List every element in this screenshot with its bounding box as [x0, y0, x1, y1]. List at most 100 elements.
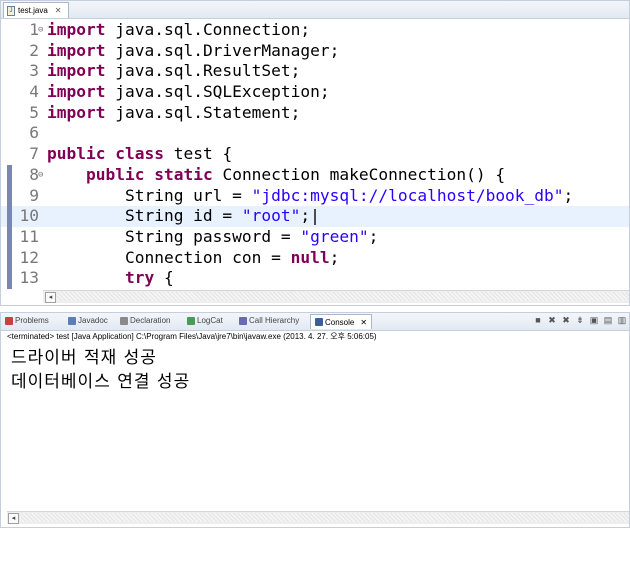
code-token: ; [368, 226, 379, 246]
code-line[interactable]: 12 Connection con = null; [1, 247, 629, 269]
javadoc-icon [68, 316, 76, 325]
console-status: <terminated> test [Java Application] C:\… [7, 332, 377, 341]
console-output-line: 데이터베이스 연결 성공 [11, 372, 191, 392]
keyword-token: null [290, 247, 330, 267]
code-token: Connection makeConnection() { [212, 164, 506, 184]
code-token: ; [329, 247, 340, 267]
tab-declaration[interactable]: Declaration [120, 316, 170, 325]
tab-label: Console [325, 317, 355, 327]
keyword-token: import [47, 61, 106, 81]
line-number: 10 [19, 206, 40, 226]
keyword-token: static [154, 164, 213, 184]
code-text: String password = "green"; [47, 227, 378, 248]
code-line[interactable]: 8 ⊖ public static Connection makeConnecti… [1, 164, 629, 186]
problems-icon [5, 316, 13, 325]
display-console-icon[interactable]: ▤ [603, 315, 613, 325]
tab-call-hierarchy[interactable]: Call Hierarchy [239, 316, 299, 325]
code-line[interactable]: 13 try { [1, 268, 629, 289]
keyword-token: public [85, 164, 145, 184]
tab-console[interactable]: Console ✕ [310, 314, 373, 329]
scroll-left-icon[interactable]: ◂ [8, 513, 19, 524]
code-line[interactable]: 6 [1, 123, 629, 144]
keyword-token: try [124, 268, 155, 288]
keyword-token: import [47, 102, 106, 122]
code-token: String password = [47, 226, 301, 246]
editor-pane: J test.java ✕ 1 ⊖ import java.sql.Connecti… [0, 0, 630, 306]
close-icon[interactable]: ✕ [55, 6, 62, 15]
code-line[interactable]: 5 import java.sql.Statement; [1, 102, 629, 124]
scroll-lock-icon[interactable]: ⇟ [575, 315, 585, 325]
keyword-token: import [47, 40, 106, 60]
code-line[interactable]: 1 ⊖ import java.sql.Connection; [1, 20, 629, 41]
code-line[interactable]: 7 public class test { [1, 144, 629, 165]
editor-tab-test-java[interactable]: J test.java ✕ [3, 2, 69, 18]
declaration-icon [120, 316, 128, 325]
editor-tab-label: test.java [18, 6, 48, 15]
line-number: 13 [19, 268, 40, 288]
remove-launch-icon[interactable]: ✖ [547, 315, 557, 325]
call-hierarchy-icon [239, 316, 247, 325]
tab-label: Call Hierarchy [249, 316, 300, 325]
tab-label: LogCat [197, 316, 223, 325]
code-line[interactable]: 9 String url = "jdbc:mysql://localhost/b… [1, 185, 629, 207]
code-line[interactable]: 3 import java.sql.ResultSet; [1, 61, 629, 82]
keyword-token: class [115, 144, 164, 164]
console-pane: ■ ✖ ✖ ⇟ ▣ ▤ ▥ Problems Javadoc Declaration LogCat… [0, 312, 630, 528]
line-number: 1 [29, 20, 39, 39]
code-token: { [154, 268, 174, 288]
code-token: java.sql.ResultSet; [105, 61, 301, 81]
code-text: String id = "root";| [47, 206, 320, 227]
scrollbar-track[interactable] [57, 292, 629, 301]
line-number: 6 [29, 123, 39, 143]
code-token: java.sql.Statement; [105, 102, 301, 122]
code-token: Connection con = [47, 247, 291, 267]
code-text: String url = "jdbc:mysql://localhost/boo… [47, 186, 573, 207]
line-number: 3 [29, 61, 39, 81]
tab-problems[interactable]: Problems [5, 316, 49, 325]
string-token: "green" [300, 226, 369, 246]
close-icon[interactable]: ✕ [360, 318, 367, 327]
tab-javadoc[interactable]: Javadoc [68, 316, 108, 325]
remove-all-icon[interactable]: ✖ [561, 315, 571, 325]
editor-horizontal-scrollbar[interactable]: ◂ [43, 290, 629, 303]
code-line[interactable]: 4 import java.sql.SQLException; [1, 82, 629, 103]
tab-label: Javadoc [78, 316, 108, 325]
line-number: 11 [19, 226, 40, 246]
pin-console-icon[interactable]: ▣ [589, 315, 599, 325]
code-token: ;| [300, 206, 320, 226]
code-token: test { [163, 144, 233, 164]
logcat-icon [187, 316, 195, 325]
code-editor[interactable]: 1 ⊖ import java.sql.Connection; 2 import jav… [1, 20, 629, 289]
code-token: ; [563, 185, 574, 205]
code-token: java.sql.Connection; [105, 20, 311, 39]
code-text: try { [47, 268, 174, 289]
code-text: Connection con = null; [47, 248, 339, 269]
view-tabbar: ■ ✖ ✖ ⇟ ▣ ▤ ▥ Problems Javadoc Declaration LogCat… [1, 313, 629, 331]
code-text: import java.sql.Connection; [47, 20, 310, 41]
line-number: 2 [29, 40, 39, 60]
fold-collapse-icon[interactable]: ⊖ [38, 165, 43, 186]
code-text: import java.sql.DriverManager; [47, 41, 339, 62]
code-text: public static Connection makeConnection(… [47, 165, 505, 186]
open-console-icon[interactable]: ▥ [617, 315, 627, 325]
line-number: 7 [29, 144, 39, 164]
code-line[interactable]: 11 String password = "green"; [1, 226, 629, 248]
console-output-line: 드라이버 적재 성공 [11, 348, 157, 368]
scrollbar-track[interactable] [21, 513, 629, 522]
fold-collapse-icon[interactable]: ⊖ [38, 20, 43, 41]
tab-label: Declaration [130, 316, 171, 325]
code-line[interactable]: 2 import java.sql.DriverManager; [1, 40, 629, 62]
line-number: 4 [29, 82, 39, 102]
code-token: java.sql.SQLException; [105, 82, 330, 102]
terminate-icon[interactable]: ■ [533, 315, 543, 325]
tab-logcat[interactable]: LogCat [187, 316, 223, 325]
code-line[interactable]: 10 String id = "root";| [1, 206, 629, 227]
scroll-left-icon[interactable]: ◂ [45, 292, 56, 303]
console-horizontal-scrollbar[interactable]: ◂ [7, 511, 629, 524]
string-token: "root" [241, 206, 301, 226]
console-toolbar: ■ ✖ ✖ ⇟ ▣ ▤ ▥ [533, 315, 627, 325]
